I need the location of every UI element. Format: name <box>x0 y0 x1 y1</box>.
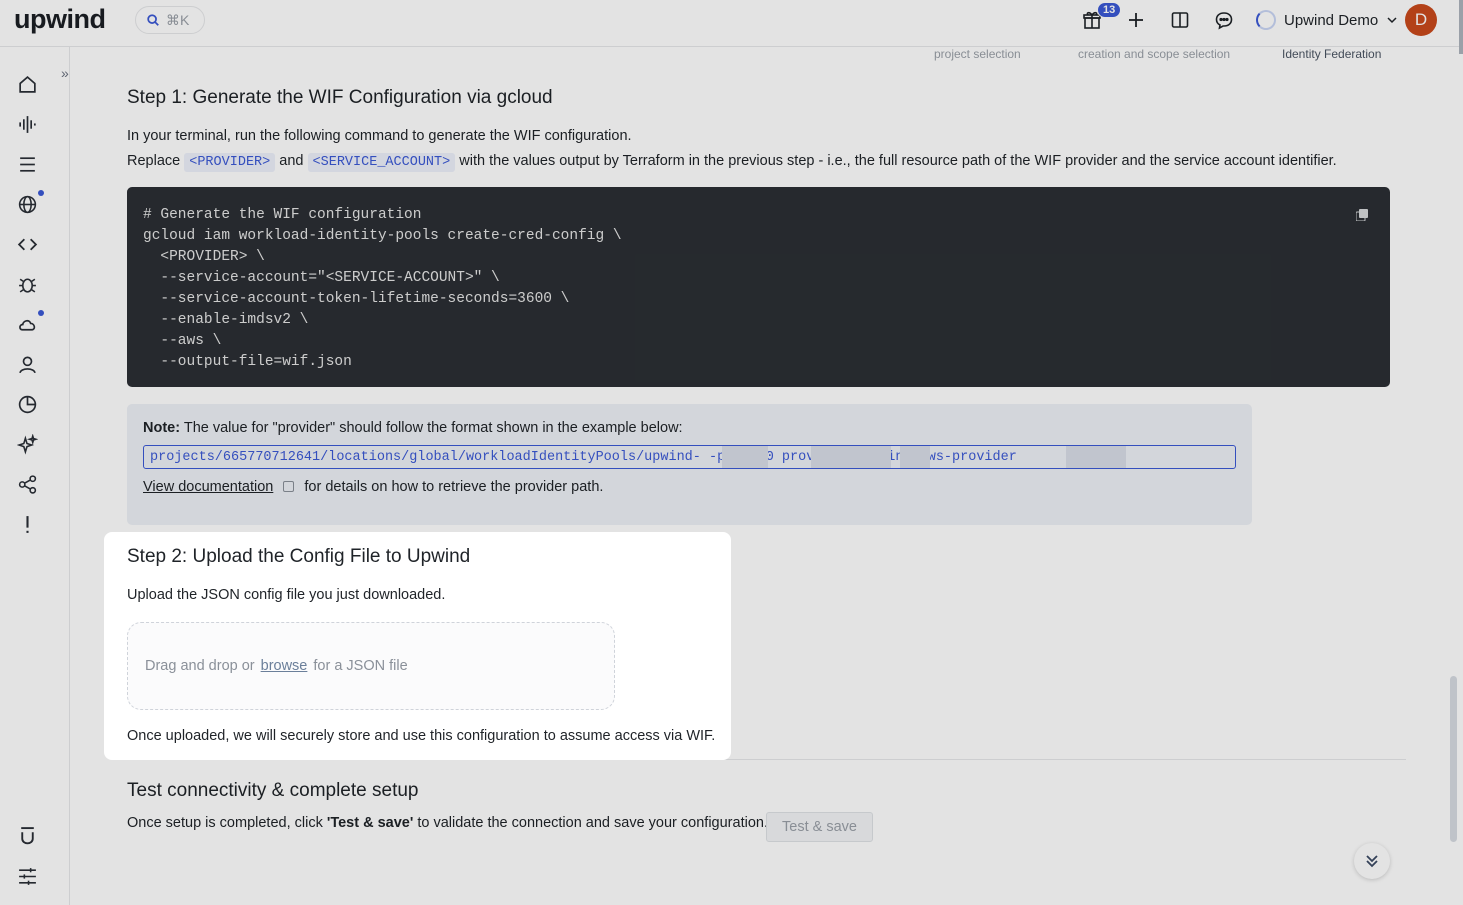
test-title: Test connectivity & complete setup <box>127 780 419 801</box>
search-icon <box>147 14 159 26</box>
share-icon[interactable] <box>15 472 39 496</box>
redacted-block <box>722 446 768 468</box>
replace-suffix: with the values output by Terraform in t… <box>459 153 1337 169</box>
dropzone-suffix: for a JSON file <box>313 658 408 674</box>
provider-path-example: projects/665770712641/locations/global/w… <box>143 445 1236 469</box>
step1-line2: Replace <PROVIDER> and <SERVICE_ACCOUNT>… <box>127 153 1337 172</box>
code-block: # Generate the WIF configuration gcloud … <box>127 187 1390 387</box>
test-desc-prefix: Once setup is completed, click <box>127 815 327 831</box>
chevron-down-icon <box>1387 17 1397 24</box>
search-button[interactable]: ⌘K <box>135 6 205 34</box>
chat-icon[interactable] <box>1212 8 1236 32</box>
dropzone-prefix: Drag and drop or <box>145 658 255 674</box>
view-documentation-link[interactable]: View documentation <box>143 479 273 495</box>
left-sidebar: » <box>0 47 70 905</box>
note-line: Note: The value for "provider" should fo… <box>143 420 1236 436</box>
note-label: Note: <box>143 420 181 436</box>
redacted-block <box>1066 446 1126 468</box>
pie-chart-icon[interactable] <box>15 392 39 416</box>
and-word: and <box>279 153 304 169</box>
sparkle-icon[interactable] <box>15 432 39 456</box>
step2-title: Step 2: Upload the Config File to Upwind <box>127 546 471 567</box>
upwind-logo[interactable]: upwind <box>14 4 106 35</box>
user-avatar[interactable]: D <box>1405 4 1437 36</box>
main-content: Step 1: Generate the WIF Configuration v… <box>70 47 1463 905</box>
list-icon[interactable] <box>15 152 39 176</box>
globe-notification-dot <box>38 190 44 196</box>
replace-word: Replace <box>127 153 181 169</box>
double-chevron-down-icon <box>1366 855 1378 868</box>
doc-line: View documentation for details on how to… <box>143 479 1236 495</box>
activity-icon[interactable] <box>15 112 39 136</box>
browse-link[interactable]: browse <box>261 658 308 674</box>
note-text: The value for "provider" should follow t… <box>183 420 683 436</box>
app-page: upwind ⌘K 13 Upwind Demo D » project sel… <box>0 0 1463 905</box>
bug-icon[interactable] <box>15 272 39 296</box>
file-dropzone[interactable]: Drag and drop or browse for a JSON file <box>127 622 615 710</box>
cloud-notification-dot <box>38 310 44 316</box>
redacted-block <box>900 446 930 468</box>
account-name: Upwind Demo <box>1284 11 1379 29</box>
top-header: upwind ⌘K 13 Upwind Demo D <box>0 0 1463 47</box>
step2-description: Upload the JSON config file you just dow… <box>127 587 446 603</box>
account-switcher[interactable]: Upwind Demo <box>1256 9 1398 31</box>
provider-token: <PROVIDER> <box>184 153 276 172</box>
redacted-block <box>811 446 891 468</box>
expand-sidebar-icon[interactable]: » <box>61 65 69 81</box>
settings-sliders-icon[interactable] <box>15 864 39 888</box>
book-icon[interactable] <box>1168 8 1192 32</box>
scroll-down-button[interactable] <box>1354 843 1390 879</box>
step2-footer: Once uploaded, we will securely store an… <box>127 728 716 744</box>
notification-badge: 13 <box>1097 2 1122 18</box>
step1-line1: In your terminal, run the following comm… <box>127 128 632 144</box>
code-icon[interactable] <box>15 232 39 256</box>
home-icon[interactable] <box>15 72 39 96</box>
search-shortcut: ⌘K <box>166 11 190 28</box>
service-account-token: <SERVICE_ACCOUNT> <box>307 153 456 172</box>
doc-suffix: for details on how to retrieve the provi… <box>304 479 604 495</box>
test-save-button[interactable]: Test & save <box>766 812 873 842</box>
test-description: Once setup is completed, click 'Test & s… <box>127 815 768 831</box>
outer-scrollbar[interactable] <box>1459 0 1463 54</box>
note-box: Note: The value for "provider" should fo… <box>127 404 1252 525</box>
upwind-u-icon[interactable] <box>15 824 39 848</box>
alert-icon[interactable] <box>15 512 39 536</box>
copy-icon[interactable] <box>1356 209 1368 221</box>
user-icon[interactable] <box>15 352 39 376</box>
external-link-icon <box>283 481 295 492</box>
loading-spinner-icon <box>1256 10 1276 30</box>
step2-highlight-card: Step 2: Upload the Config File to Upwind… <box>104 532 731 760</box>
globe-icon[interactable] <box>15 192 39 216</box>
gcloud-command[interactable]: # Generate the WIF configuration gcloud … <box>143 205 1374 373</box>
vertical-scrollbar[interactable] <box>1450 676 1457 842</box>
step1-title: Step 1: Generate the WIF Configuration v… <box>127 87 553 108</box>
test-desc-suffix: to validate the connection and save your… <box>413 815 768 831</box>
cloud-icon[interactable] <box>15 312 39 336</box>
test-desc-bold: 'Test & save' <box>326 815 414 831</box>
plus-icon[interactable] <box>1124 8 1148 32</box>
